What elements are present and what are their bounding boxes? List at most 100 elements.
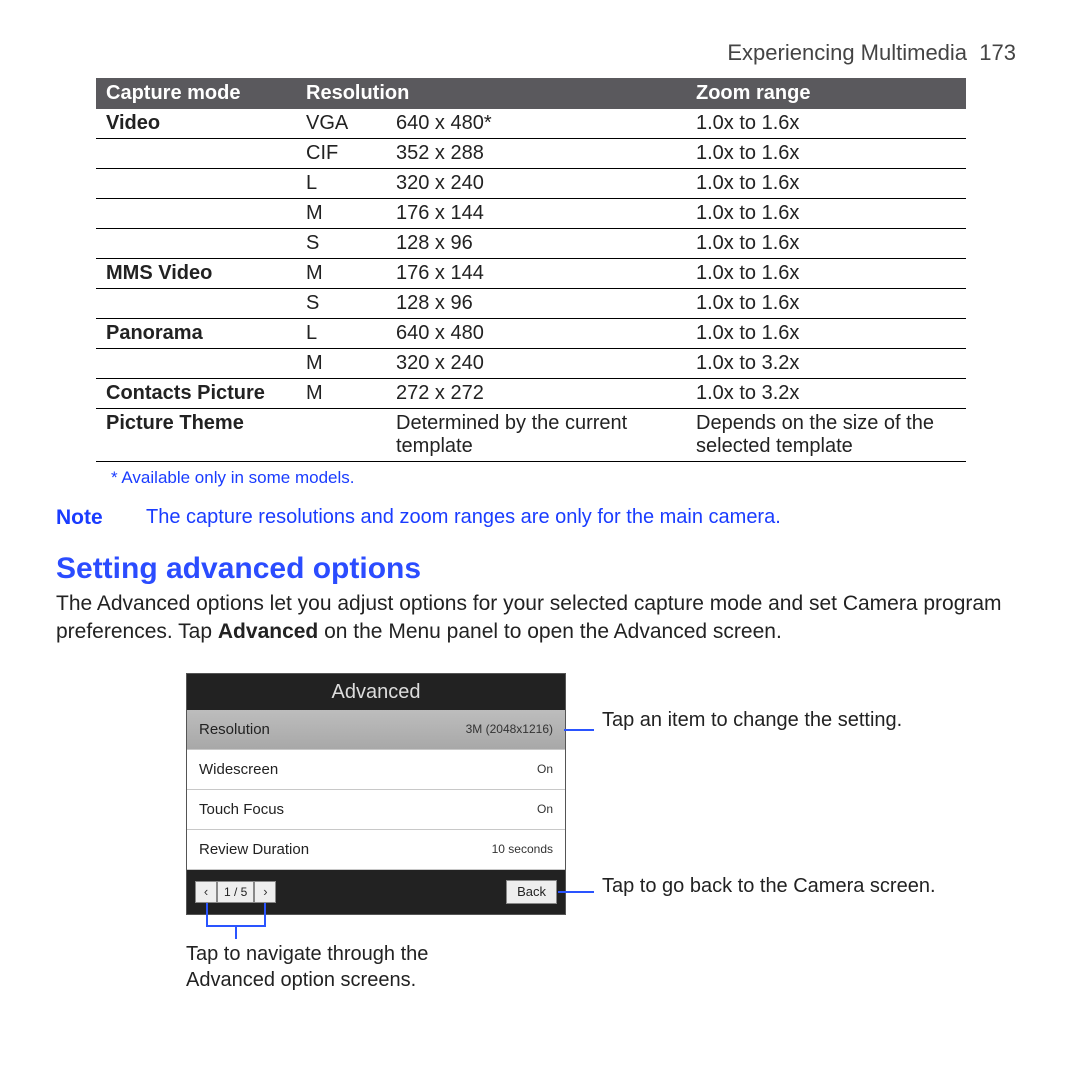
cell-capture-mode: [96, 139, 296, 169]
cell-zoom-range: 1.0x to 1.6x: [686, 139, 966, 169]
th-zoom-range: Zoom range: [686, 78, 966, 109]
callout-back: Tap to go back to the Camera screen.: [602, 873, 936, 899]
cell-res-code: S: [296, 289, 386, 319]
cell-capture-mode: Video: [96, 109, 296, 139]
callout-navigate: Tap to navigate through the Advanced opt…: [186, 941, 506, 993]
cell-zoom-range: 1.0x to 3.2x: [686, 379, 966, 409]
table-row: L320 x 2401.0x to 1.6x: [96, 169, 966, 199]
cell-res-value: 176 x 144: [386, 259, 686, 289]
cell-capture-mode: [96, 349, 296, 379]
cell-res-value: 320 x 240: [386, 349, 686, 379]
pager-count: 1 / 5: [217, 881, 254, 903]
cell-res-value: 640 x 480*: [386, 109, 686, 139]
cell-zoom-range: 1.0x to 1.6x: [686, 109, 966, 139]
cell-res-code: M: [296, 259, 386, 289]
body-post: on the Menu panel to open the Advanced s…: [318, 620, 782, 643]
cell-capture-mode: Panorama: [96, 319, 296, 349]
cell-res-value: Determined by the current template: [386, 409, 686, 462]
cell-zoom-range: Depends on the size of the selected temp…: [686, 409, 966, 462]
table-row: M176 x 1441.0x to 1.6x: [96, 199, 966, 229]
cell-res-value: 272 x 272: [386, 379, 686, 409]
page-number: 173: [979, 40, 1016, 65]
table-row: VideoVGA640 x 480*1.0x to 1.6x: [96, 109, 966, 139]
table-row: Contacts PictureM272 x 2721.0x to 3.2x: [96, 379, 966, 409]
cell-zoom-range: 1.0x to 1.6x: [686, 259, 966, 289]
advanced-bottom-bar: ‹ 1 / 5 › Back: [187, 870, 565, 914]
table-footnote: * Available only in some models.: [111, 468, 1024, 488]
cell-res-code: VGA: [296, 109, 386, 139]
cell-capture-mode: [96, 169, 296, 199]
cell-zoom-range: 1.0x to 3.2x: [686, 349, 966, 379]
cell-zoom-range: 1.0x to 1.6x: [686, 289, 966, 319]
th-capture-mode: Capture mode: [96, 78, 296, 109]
cell-res-code: L: [296, 319, 386, 349]
pager-next-button[interactable]: ›: [254, 881, 276, 903]
cell-res-code: CIF: [296, 139, 386, 169]
pager-prev-button[interactable]: ‹: [195, 881, 217, 903]
th-resolution: Resolution: [296, 78, 686, 109]
cell-zoom-range: 1.0x to 1.6x: [686, 229, 966, 259]
chapter-name: Experiencing Multimedia: [727, 40, 967, 65]
advanced-option-row[interactable]: Widescreen On: [187, 750, 565, 790]
section-body: The Advanced options let you adjust opti…: [56, 590, 1024, 647]
table-row: PanoramaL640 x 4801.0x to 1.6x: [96, 319, 966, 349]
cell-zoom-range: 1.0x to 1.6x: [686, 319, 966, 349]
cell-res-code: L: [296, 169, 386, 199]
cell-capture-mode: [96, 289, 296, 319]
lead-line: [558, 891, 594, 893]
advanced-option-label: Widescreen: [199, 761, 278, 778]
table-row: CIF352 x 2881.0x to 1.6x: [96, 139, 966, 169]
note-block: Note The capture resolutions and zoom ra…: [56, 506, 1024, 530]
cell-zoom-range: 1.0x to 1.6x: [686, 169, 966, 199]
advanced-option-value: 10 seconds: [492, 842, 553, 856]
cell-capture-mode: [96, 229, 296, 259]
cell-res-value: 320 x 240: [386, 169, 686, 199]
lead-line: [564, 729, 594, 731]
cell-res-value: 176 x 144: [386, 199, 686, 229]
advanced-screen: Advanced Resolution 3M (2048x1216) Widescr…: [186, 673, 566, 915]
note-label: Note: [56, 506, 116, 530]
advanced-option-label: Touch Focus: [199, 801, 284, 818]
cell-capture-mode: Contacts Picture: [96, 379, 296, 409]
pager: ‹ 1 / 5 ›: [195, 881, 276, 903]
page-header: Experiencing Multimedia 173: [56, 40, 1024, 66]
advanced-option-row[interactable]: Touch Focus On: [187, 790, 565, 830]
table-header-row: Capture mode Resolution Zoom range: [96, 78, 966, 109]
advanced-option-value: 3M (2048x1216): [466, 722, 553, 736]
cell-res-value: 128 x 96: [386, 289, 686, 319]
lead-line: [206, 903, 208, 925]
advanced-option-value: On: [537, 802, 553, 816]
cell-zoom-range: 1.0x to 1.6x: [686, 199, 966, 229]
table-row: M320 x 2401.0x to 3.2x: [96, 349, 966, 379]
advanced-option-label: Review Duration: [199, 841, 309, 858]
cell-capture-mode: [96, 199, 296, 229]
advanced-option-row[interactable]: Review Duration 10 seconds: [187, 830, 565, 870]
cell-capture-mode: MMS Video: [96, 259, 296, 289]
table-row: S128 x 961.0x to 1.6x: [96, 289, 966, 319]
cell-res-value: 352 x 288: [386, 139, 686, 169]
lead-line: [235, 925, 237, 939]
table-row: MMS VideoM176 x 1441.0x to 1.6x: [96, 259, 966, 289]
back-button[interactable]: Back: [506, 880, 557, 904]
capture-mode-table: Capture mode Resolution Zoom range Video…: [96, 78, 966, 462]
table-row: Picture Theme Determined by the current t…: [96, 409, 966, 462]
cell-res-code: S: [296, 229, 386, 259]
section-heading: Setting advanced options: [56, 552, 1024, 586]
lead-line: [264, 903, 266, 925]
cell-capture-mode: Picture Theme: [96, 409, 296, 462]
cell-res-code: M: [296, 199, 386, 229]
cell-res-code: M: [296, 349, 386, 379]
callout-tap-item: Tap an item to change the setting.: [602, 707, 902, 733]
cell-res-value: 128 x 96: [386, 229, 686, 259]
table-row: S128 x 961.0x to 1.6x: [96, 229, 966, 259]
body-bold: Advanced: [218, 620, 318, 643]
advanced-option-row[interactable]: Resolution 3M (2048x1216): [187, 710, 565, 750]
screenshot-zone: Advanced Resolution 3M (2048x1216) Widescr…: [186, 673, 946, 993]
advanced-option-label: Resolution: [199, 721, 270, 738]
cell-res-value: 640 x 480: [386, 319, 686, 349]
cell-res-code: [296, 409, 386, 462]
cell-res-code: M: [296, 379, 386, 409]
advanced-title: Advanced: [187, 674, 565, 710]
note-text: The capture resolutions and zoom ranges …: [146, 506, 1024, 530]
advanced-option-value: On: [537, 762, 553, 776]
